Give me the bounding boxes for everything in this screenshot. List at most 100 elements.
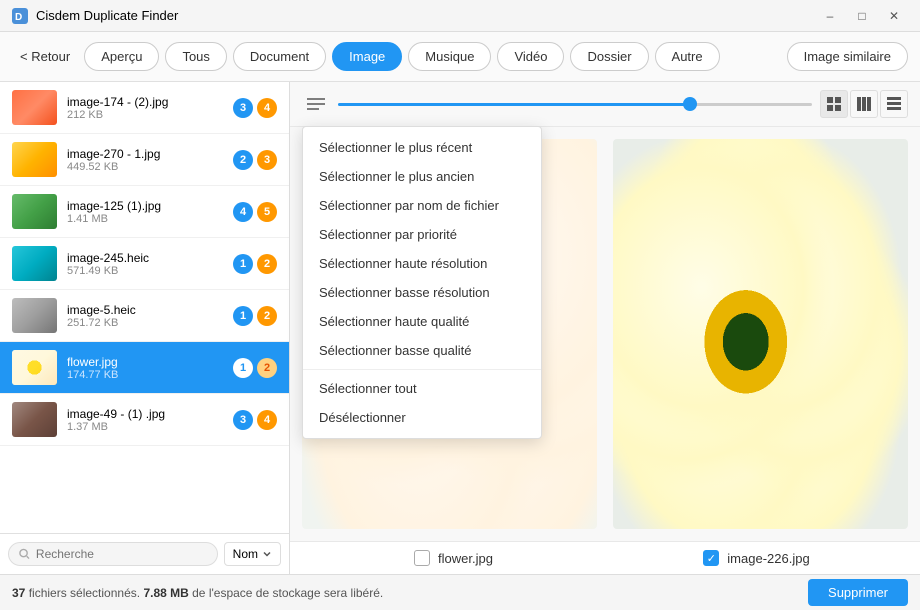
dropdown-item-high-res[interactable]: Sélectionner haute résolution (303, 249, 541, 278)
file-row-right: image-226.jpg (605, 550, 908, 566)
app-title: Cisdem Duplicate Finder (36, 8, 178, 23)
dropdown-item-recent[interactable]: Sélectionner le plus récent (303, 133, 541, 162)
tab-autre[interactable]: Autre (655, 42, 720, 71)
right-file-name: image-226.jpg (727, 551, 809, 566)
file-name: image-174 - (2).jpg (67, 95, 223, 109)
file-info: image-174 - (2).jpg 212 KB (67, 95, 223, 121)
dropdown-item-priority[interactable]: Sélectionner par priorité (303, 220, 541, 249)
list-item[interactable]: image-270 - 1.jpg 449.52 KB 2 3 (0, 134, 289, 186)
file-info: flower.jpg 174.77 KB (67, 355, 223, 381)
badge-count: 2 (257, 306, 277, 326)
file-badges: 3 4 (233, 410, 277, 430)
dropdown-item-oldest[interactable]: Sélectionner le plus ancien (303, 162, 541, 191)
badge-group: 2 (233, 150, 253, 170)
list-view-button[interactable] (880, 90, 908, 118)
titlebar: D Cisdem Duplicate Finder – □ ✕ (0, 0, 920, 32)
svg-text:D: D (15, 12, 22, 23)
preview-image-right (613, 139, 908, 529)
right-panel: Sélectionner le plus récent Sélectionner… (290, 82, 920, 574)
delete-button[interactable]: Supprimer (808, 579, 908, 606)
file-row-left: flower.jpg (302, 550, 605, 566)
status-prefix: fichiers sélectionnés. (25, 586, 140, 600)
file-info: image-5.heic 251.72 KB (67, 303, 223, 329)
badge-count: 2 (257, 358, 277, 378)
badge-count: 4 (257, 410, 277, 430)
main-area: image-174 - (2).jpg 212 KB 3 4 image-270… (0, 82, 920, 574)
file-size: 1.37 MB (67, 421, 223, 433)
view-buttons (820, 90, 908, 118)
file-badges: 1 2 (233, 358, 277, 378)
similar-image-button[interactable]: Image similaire (787, 42, 908, 71)
titlebar-left: D Cisdem Duplicate Finder (12, 8, 178, 24)
grid-icon (827, 97, 841, 111)
badge-group: 3 (233, 98, 253, 118)
file-thumbnail (12, 246, 57, 281)
status-text: 37 fichiers sélectionnés. 7.88 MB de l'e… (12, 586, 383, 600)
minimize-button[interactable]: – (816, 2, 844, 30)
file-size: 212 KB (67, 109, 223, 121)
dropdown-item-low-quality[interactable]: Sélectionner basse qualité (303, 336, 541, 365)
search-input[interactable] (36, 547, 207, 561)
status-suffix: de l'espace de stockage sera libéré. (189, 586, 383, 600)
file-size: 1.41 MB (67, 213, 223, 225)
grid-view-button[interactable] (820, 90, 848, 118)
file-badges: 1 2 (233, 254, 277, 274)
file-size: 571.49 KB (67, 265, 223, 277)
app-icon: D (12, 8, 28, 24)
dropdown-item-filename[interactable]: Sélectionner par nom de fichier (303, 191, 541, 220)
tab-musique[interactable]: Musique (408, 42, 491, 71)
back-button[interactable]: < Retour (12, 45, 78, 68)
file-name: image-49 - (1) .jpg (67, 407, 223, 421)
file-info: image-245.heic 571.49 KB (67, 251, 223, 277)
list-item[interactable]: image-5.heic 251.72 KB 1 2 (0, 290, 289, 342)
list-item[interactable]: image-49 - (1) .jpg 1.37 MB 3 4 (0, 394, 289, 446)
dropdown-item-high-quality[interactable]: Sélectionner haute qualité (303, 307, 541, 336)
maximize-button[interactable]: □ (848, 2, 876, 30)
badge-count: 5 (257, 202, 277, 222)
dropdown-item-low-res[interactable]: Sélectionner basse résolution (303, 278, 541, 307)
dropdown-menu: Sélectionner le plus récent Sélectionner… (302, 126, 542, 439)
dropdown-item-deselect[interactable]: Désélectionner (303, 403, 541, 432)
file-name: image-5.heic (67, 303, 223, 317)
badge-count: 4 (257, 98, 277, 118)
tab-image[interactable]: Image (332, 42, 402, 71)
search-bar: Nom (0, 533, 289, 574)
list-item[interactable]: image-174 - (2).jpg 212 KB 3 4 (0, 82, 289, 134)
file-name: image-125 (1).jpg (67, 199, 223, 213)
list-icon (887, 97, 901, 111)
toolbar: < Retour Aperçu Tous Document Image Musi… (0, 32, 920, 82)
file-size: 174.77 KB (67, 369, 223, 381)
status-size: 7.88 MB (143, 586, 188, 600)
search-input-wrap[interactable] (8, 542, 218, 566)
badge-group: 1 (233, 254, 253, 274)
badge-count: 2 (257, 254, 277, 274)
list-item[interactable]: flower.jpg 174.77 KB 1 2 (0, 342, 289, 394)
titlebar-controls: – □ ✕ (816, 2, 908, 30)
status-count: 37 (12, 586, 25, 600)
close-button[interactable]: ✕ (880, 2, 908, 30)
tab-video[interactable]: Vidéo (497, 42, 564, 71)
file-badges: 4 5 (233, 202, 277, 222)
tab-document[interactable]: Document (233, 42, 326, 71)
dropdown-item-select-all[interactable]: Sélectionner tout (303, 374, 541, 403)
file-thumbnail (12, 90, 57, 125)
column-icon (857, 97, 871, 111)
file-size: 449.52 KB (67, 161, 223, 173)
tab-apercu[interactable]: Aperçu (84, 42, 159, 71)
left-file-checkbox[interactable] (414, 550, 430, 566)
tab-dossier[interactable]: Dossier (570, 42, 648, 71)
file-name: image-245.heic (67, 251, 223, 265)
right-file-checkbox[interactable] (703, 550, 719, 566)
select-menu-button[interactable] (302, 90, 330, 118)
column-view-button[interactable] (850, 90, 878, 118)
file-badges: 2 3 (233, 150, 277, 170)
sort-label: Nom (233, 547, 258, 561)
zoom-slider[interactable] (338, 103, 812, 106)
preview-column-right (613, 139, 908, 529)
list-select-icon (307, 97, 325, 111)
tab-tous[interactable]: Tous (165, 42, 226, 71)
list-item[interactable]: image-125 (1).jpg 1.41 MB 4 5 (0, 186, 289, 238)
sort-select[interactable]: Nom (224, 542, 281, 566)
list-item[interactable]: image-245.heic 571.49 KB 1 2 (0, 238, 289, 290)
badge-group: 3 (233, 410, 253, 430)
